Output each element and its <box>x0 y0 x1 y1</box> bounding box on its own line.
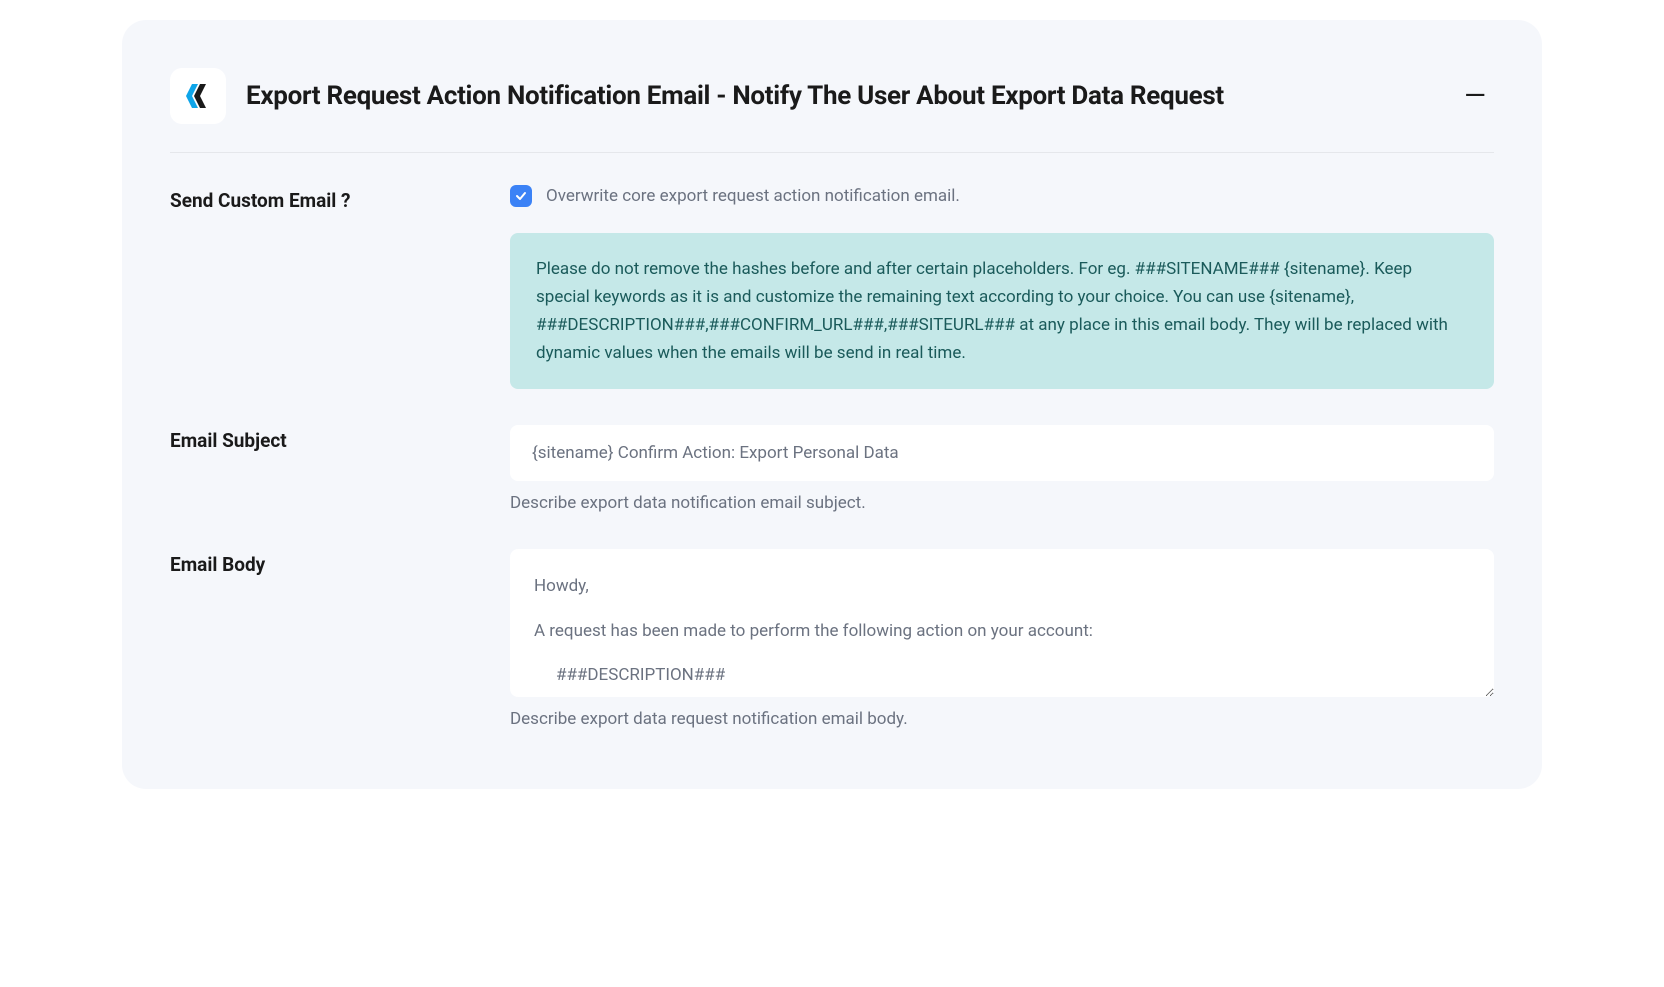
settings-panel: Export Request Action Notification Email… <box>122 20 1542 789</box>
send-custom-email-label: Send Custom Email ? <box>170 189 510 212</box>
textarea-wrapper: Howdy, A request has been made to perfor… <box>510 549 1494 697</box>
panel-title: Export Request Action Notification Email… <box>246 81 1436 111</box>
send-custom-email-row: Send Custom Email ? Overwrite core expor… <box>170 185 1494 389</box>
body-line: A request has been made to perform the f… <box>534 616 1470 647</box>
email-body-label: Email Body <box>170 553 510 576</box>
email-subject-input[interactable] <box>510 425 1494 481</box>
content-column: Overwrite core export request action not… <box>510 185 1494 389</box>
body-line: Howdy, <box>534 571 1470 602</box>
content-column: Howdy, A request has been made to perfor… <box>510 549 1494 729</box>
logo-container <box>170 68 226 124</box>
app-logo-icon <box>182 80 214 112</box>
email-body-textarea[interactable]: Howdy, A request has been made to perfor… <box>510 549 1494 697</box>
email-body-helper: Describe export data request notificatio… <box>510 709 1494 729</box>
email-subject-row: Email Subject Describe export data notif… <box>170 425 1494 513</box>
email-body-row: Email Body Howdy, A request has been mad… <box>170 549 1494 729</box>
body-line: ###DESCRIPTION### <box>534 660 1470 691</box>
label-column: Email Body <box>170 549 510 729</box>
label-column: Send Custom Email ? <box>170 185 510 389</box>
overwrite-checkbox[interactable] <box>510 185 532 207</box>
info-notice: Please do not remove the hashes before a… <box>510 233 1494 389</box>
checkbox-label: Overwrite core export request action not… <box>546 186 960 206</box>
checkbox-row: Overwrite core export request action not… <box>510 185 1494 207</box>
panel-header: Export Request Action Notification Email… <box>170 68 1494 153</box>
label-column: Email Subject <box>170 425 510 513</box>
email-subject-label: Email Subject <box>170 429 510 452</box>
check-icon <box>515 190 527 202</box>
email-subject-helper: Describe export data notification email … <box>510 493 1494 513</box>
collapse-button[interactable]: — <box>1456 78 1494 114</box>
content-column: Describe export data notification email … <box>510 425 1494 513</box>
